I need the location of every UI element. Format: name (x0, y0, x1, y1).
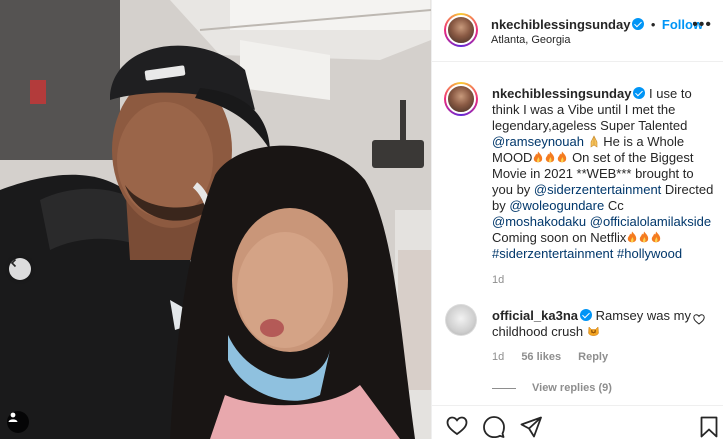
post-location[interactable]: Atlanta, Georgia (491, 34, 571, 46)
post-side-panel: nkechiblessingsunday • Follow Atlanta, G… (431, 0, 723, 439)
fire-emoji (628, 231, 637, 243)
mention-woleogundare[interactable]: @woleogundare (509, 198, 604, 213)
mention-officialolamilakside[interactable]: @officialolamilakside (590, 214, 711, 229)
chevron-left-icon (10, 258, 17, 268)
cat-emoji (587, 326, 599, 336)
comment-likes[interactable]: 56 likes (521, 351, 561, 363)
commenter-avatar[interactable] (445, 304, 477, 336)
photo-scene (0, 0, 431, 439)
hashtag-hollywood[interactable]: #hollywood (617, 246, 682, 261)
post-photo (0, 0, 431, 439)
caption-age[interactable]: 1d (492, 272, 716, 288)
heart-icon[interactable] (446, 416, 468, 436)
view-replies-button[interactable]: View replies (9) (492, 382, 612, 394)
fire-emoji (640, 231, 649, 243)
previous-photo-button[interactable] (9, 258, 31, 280)
fire-emoji (652, 231, 661, 243)
author-avatar[interactable] (444, 13, 478, 47)
comment-meta: 1d 56 likes Reply (492, 351, 622, 363)
comment: official_ka3na Ramsey was my childhood c… (492, 308, 692, 340)
verified-icon (580, 309, 592, 321)
post-header: nkechiblessingsunday • Follow Atlanta, G… (432, 0, 723, 62)
replies-divider (492, 387, 516, 389)
fire-emoji (546, 151, 555, 163)
separator-dot: • (650, 17, 656, 32)
pray-emoji (590, 135, 597, 148)
caption-text-5: Cc (604, 198, 624, 213)
comment-age[interactable]: 1d (492, 351, 504, 363)
tagged-users-button[interactable] (7, 411, 29, 433)
mention-siderzentertainment[interactable]: @siderzentertainment (534, 182, 661, 197)
caption-avatar[interactable] (444, 82, 478, 116)
share-icon[interactable] (520, 416, 542, 438)
verified-icon (632, 18, 645, 30)
tag-user-icon (8, 412, 18, 422)
view-replies-label: View replies (9) (532, 382, 612, 394)
comment-icon[interactable] (483, 416, 505, 438)
reply-button[interactable]: Reply (578, 351, 608, 363)
fire-emoji (534, 151, 543, 163)
fire-emoji (558, 151, 567, 163)
like-comment-heart-icon[interactable] (693, 314, 705, 325)
bookmark-icon[interactable] (700, 416, 718, 438)
hashtag-siderzentertainment[interactable]: #siderzentertainment (492, 246, 613, 261)
post-actions-bar (432, 405, 723, 439)
post-caption: nkechiblessingsunday I use to think I wa… (492, 86, 716, 288)
mention-ramseynouah[interactable]: @ramseynouah (492, 134, 584, 149)
caption-username[interactable]: nkechiblessingsunday (492, 86, 631, 101)
mention-moshakodaku[interactable]: @moshakodaku (492, 214, 586, 229)
commenter-username[interactable]: official_ka3na (492, 308, 578, 323)
caption-text-7: Coming soon on Netflix (492, 230, 627, 245)
more-icon[interactable]: ••• (692, 17, 712, 33)
author-username[interactable]: nkechiblessingsunday (491, 17, 630, 32)
verified-icon (633, 87, 646, 99)
